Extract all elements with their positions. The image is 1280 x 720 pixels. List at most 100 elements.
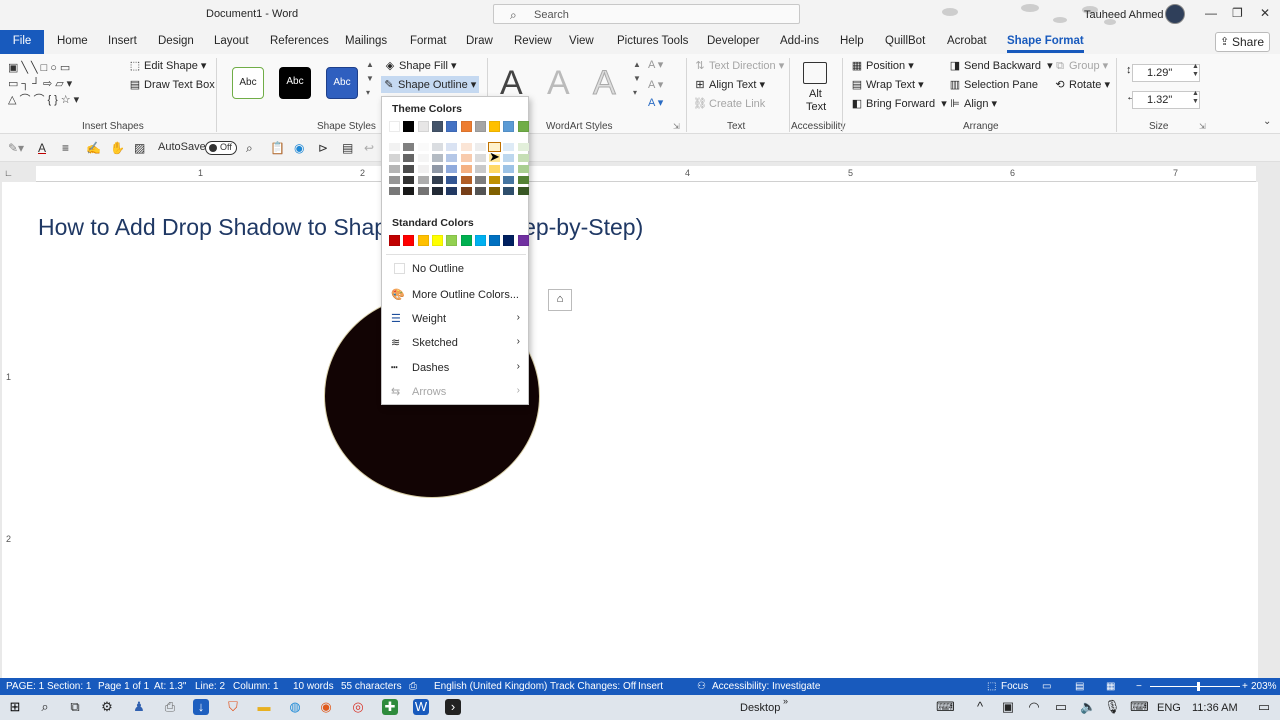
tab-format[interactable]: Format: [410, 35, 446, 47]
wrap-text-button[interactable]: ▤ Wrap Text ▾: [850, 78, 924, 91]
document-page[interactable]: How to Add Drop Shadow to Shap ep-by-Step…: [18, 182, 1258, 678]
theme-shade-swatch[interactable]: [503, 176, 515, 184]
tab-references[interactable]: References: [270, 35, 329, 47]
theme-shade-swatch[interactable]: [389, 176, 400, 184]
user-name[interactable]: Tauheed Ahmed: [1084, 9, 1164, 21]
theme-shade-swatch[interactable]: [403, 187, 415, 195]
theme-shade-swatch[interactable]: [489, 165, 501, 173]
theme-shade-swatch[interactable]: [460, 187, 472, 195]
network-icon[interactable]: ▣: [1000, 699, 1016, 715]
standard-color-swatch[interactable]: [517, 235, 529, 246]
downloads-icon[interactable]: ↓: [193, 699, 209, 715]
standard-color-swatch[interactable]: [489, 235, 501, 246]
shapes-gallery[interactable]: ▣╲╲□○▭ ▭┐┘⇨▱▾ △⌒⌒{}☆▾: [8, 60, 120, 110]
theme-shade-swatch[interactable]: [389, 143, 400, 151]
theme-shade-swatch[interactable]: [474, 154, 486, 162]
status-zoom[interactable]: 203%: [1251, 681, 1277, 692]
status-column[interactable]: Column: 1: [233, 681, 279, 692]
position-button[interactable]: ▦ Position ▾: [850, 59, 914, 72]
theme-shade-swatch[interactable]: [417, 143, 429, 151]
tab-pictures-tools[interactable]: Pictures Tools: [617, 35, 688, 47]
theme-shade-swatch[interactable]: [460, 165, 472, 173]
zoom-slider-thumb[interactable]: [1197, 682, 1200, 691]
text-fill-button[interactable]: A ▾: [648, 58, 663, 71]
theme-shade-swatch[interactable]: [446, 154, 458, 162]
theme-shade-swatch[interactable]: [403, 176, 415, 184]
text-outline-button[interactable]: A ▾: [648, 78, 663, 91]
standard-color-swatch[interactable]: [503, 235, 515, 246]
windows-start-icon[interactable]: ⊞: [7, 699, 23, 715]
theme-color-swatch[interactable]: [460, 121, 472, 132]
more-outline-colors-item[interactable]: 🎨 More Outline Colors...: [382, 284, 528, 306]
touch-keyboard-icon[interactable]: ⌨: [1130, 699, 1149, 715]
wordart-dialog-launcher-icon[interactable]: ⇲: [673, 122, 680, 131]
app-icon[interactable]: ♟: [131, 699, 147, 715]
search-box[interactable]: ⌕ Search: [493, 4, 800, 24]
theme-color-swatch[interactable]: [417, 121, 429, 132]
theme-shade-swatch[interactable]: [431, 154, 443, 162]
desktop-label[interactable]: Desktop: [740, 702, 780, 714]
theme-shade-swatch[interactable]: [517, 143, 529, 151]
width-spinner[interactable]: ▲ ▼: [1192, 90, 1199, 106]
keyboard-icon[interactable]: ⌨: [936, 699, 955, 715]
theme-shade-swatch[interactable]: [431, 165, 443, 173]
horizontal-ruler[interactable]: 1 2 4 5 6 7: [36, 166, 1256, 182]
theme-shade-swatch[interactable]: [389, 154, 400, 162]
status-language[interactable]: English (United Kingdom): [434, 681, 547, 692]
wordart-gallery-scroll[interactable]: ▲ ▼ ▾: [633, 58, 641, 100]
shape-width-input[interactable]: 1.32": [1132, 91, 1200, 109]
tab-stop-icon[interactable]: ∟: [4, 168, 13, 178]
battery-icon[interactable]: ▭: [1053, 699, 1069, 715]
rotate-button[interactable]: ⟲ Rotate ▾: [1053, 78, 1110, 91]
tab-file[interactable]: File: [0, 30, 44, 54]
wordart-style-2[interactable]: A: [547, 64, 570, 103]
autosave-toggle[interactable]: Off: [205, 141, 237, 155]
shape-height-input[interactable]: 1.29": [1132, 64, 1200, 82]
paste-icon[interactable]: 📋: [270, 141, 285, 155]
input-language[interactable]: ENG: [1157, 702, 1181, 714]
theme-shade-swatch[interactable]: [446, 165, 458, 173]
document-heading[interactable]: How to Add Drop Shadow to Shap ep-by-Step…: [38, 214, 643, 241]
taskbar-search-icon[interactable]: ⌕: [37, 699, 53, 715]
theme-color-swatch[interactable]: [431, 121, 443, 132]
printer-icon[interactable]: ⎙: [162, 699, 178, 715]
zoom-slider-track[interactable]: [1150, 686, 1240, 687]
task-view-icon[interactable]: ⧉: [67, 699, 83, 715]
print-layout-icon[interactable]: ▤: [1075, 681, 1084, 692]
tab-home[interactable]: Home: [57, 35, 88, 47]
shape-fill-button[interactable]: ◈ Shape Fill ▾: [383, 59, 457, 72]
camtasia-icon[interactable]: ✚: [382, 699, 398, 715]
theme-color-swatch[interactable]: [389, 121, 400, 132]
styles-gallery-scroll[interactable]: ▲ ▼ ▾: [366, 58, 374, 100]
tab-view[interactable]: View: [569, 35, 594, 47]
standard-color-swatch[interactable]: [417, 235, 429, 246]
undo-icon[interactable]: ↩: [364, 141, 374, 155]
theme-shade-swatch[interactable]: [474, 165, 486, 173]
zoom-magnifier-icon[interactable]: ⌕: [246, 141, 253, 156]
theme-shade-swatch[interactable]: [431, 176, 443, 184]
tab-draw[interactable]: Draw: [466, 35, 493, 47]
zoom-in-icon[interactable]: +: [1242, 681, 1248, 692]
theme-shade-swatch[interactable]: [389, 165, 400, 173]
share-button[interactable]: ⇪ Share: [1215, 32, 1270, 52]
terminal-icon[interactable]: ›: [445, 699, 461, 715]
theme-color-swatch[interactable]: [517, 121, 529, 132]
vertical-ruler[interactable]: 1 2: [2, 182, 18, 678]
sketched-item[interactable]: ≋ Sketched ›: [382, 332, 528, 354]
theme-shade-swatch[interactable]: [446, 176, 458, 184]
table-icon[interactable]: ▤: [342, 141, 353, 155]
edge-browser-icon[interactable]: ◍: [287, 699, 303, 715]
theme-shade-swatch[interactable]: [403, 165, 415, 173]
status-focus[interactable]: Focus: [1001, 681, 1028, 692]
shape-outline-button[interactable]: ✎ Shape Outline ▾: [381, 76, 480, 93]
collapse-ribbon-icon[interactable]: ⌄: [1263, 116, 1271, 127]
clock-time[interactable]: 11:36 AM: [1192, 702, 1238, 714]
theme-shade-swatch[interactable]: [517, 165, 529, 173]
chrome-icon[interactable]: ◎: [350, 699, 366, 715]
theme-shade-swatch[interactable]: [503, 165, 515, 173]
zoom-out-icon[interactable]: −: [1136, 681, 1142, 692]
height-spinner[interactable]: ▲ ▼: [1192, 63, 1199, 79]
theme-shade-swatch[interactable]: [446, 143, 458, 151]
font-color-icon[interactable]: A: [38, 141, 46, 155]
firefox-icon[interactable]: ◉: [318, 699, 334, 715]
